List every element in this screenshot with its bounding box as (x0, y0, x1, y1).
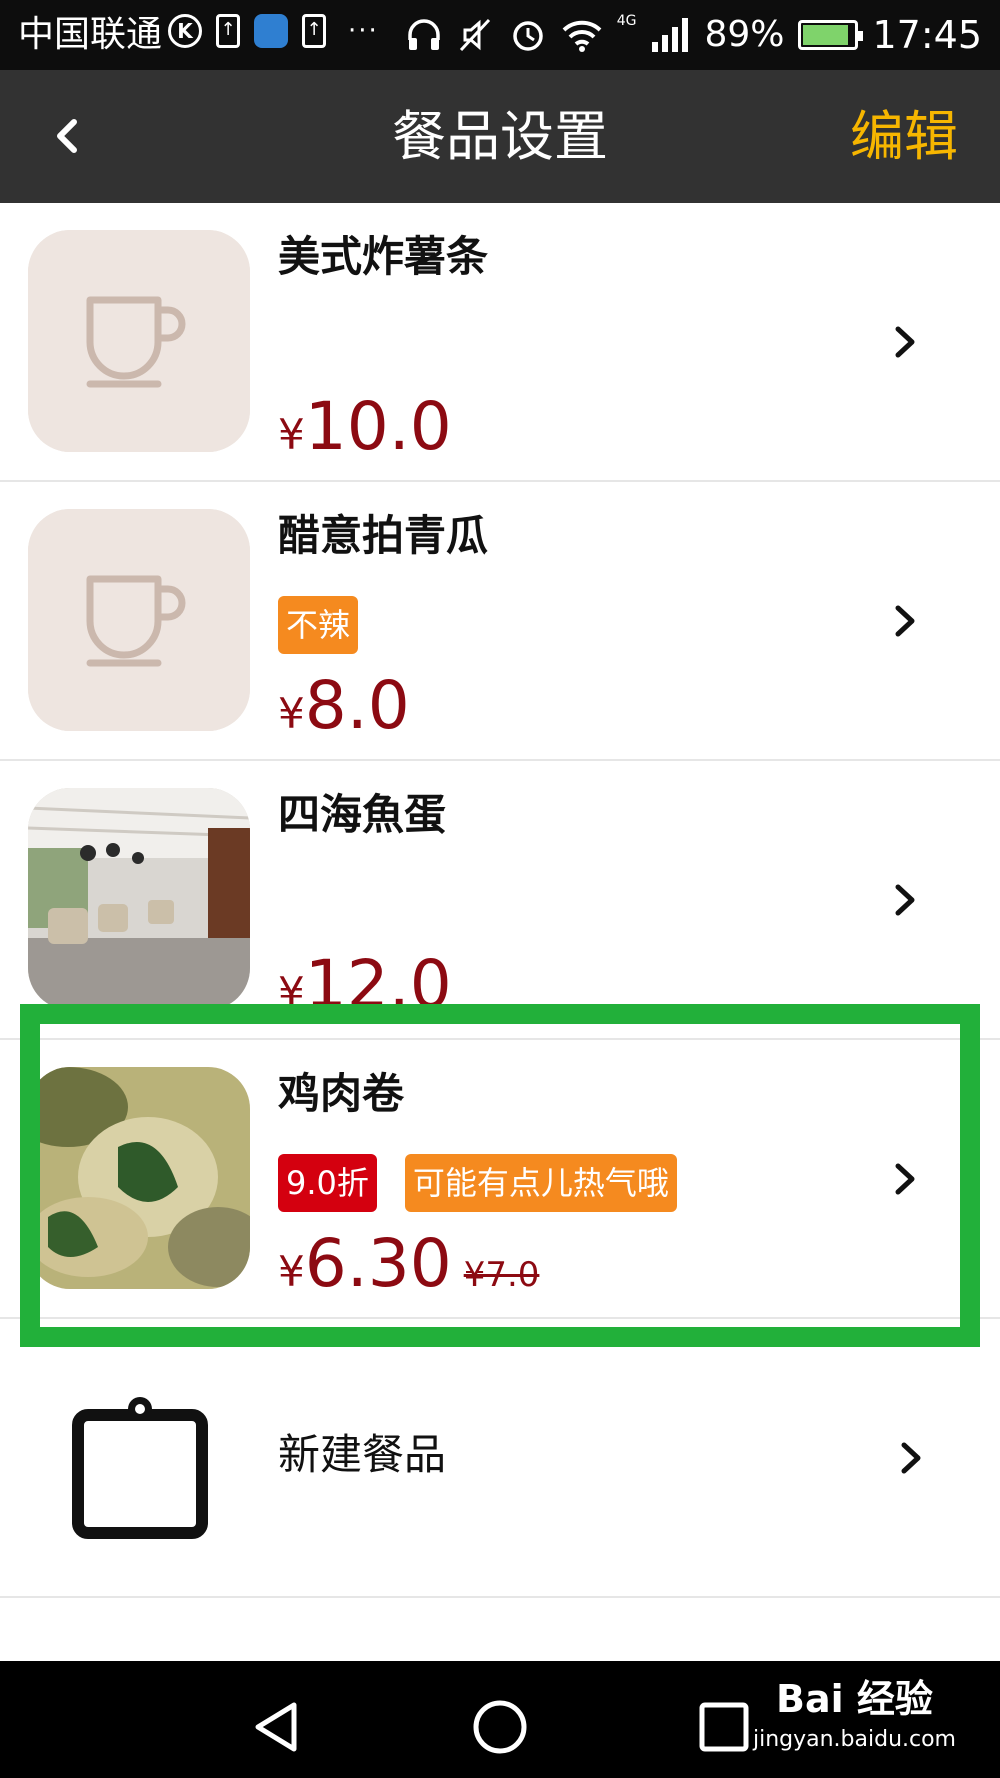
food-photo (28, 1067, 250, 1289)
clipboard-icon (72, 1397, 208, 1539)
title-bar: 餐品设置 编辑 (0, 70, 1000, 203)
wifi-icon (562, 20, 602, 52)
spice-tag: 不辣 (278, 596, 359, 654)
item-price: ¥6.30 ¥7.0 (278, 1224, 539, 1321)
note-tag: 可能有点儿热气哦 (404, 1154, 677, 1212)
new-item-row[interactable]: 新建餐品 (0, 1319, 1000, 1598)
signal-icon (652, 18, 689, 52)
watermark-sub: jingyan.baidu.com (752, 1727, 956, 1752)
back-triangle-icon[interactable] (248, 1697, 308, 1757)
menu-item-list: 美式炸薯条 ¥10.0 醋意拍青瓜 不辣 ¥8.0 四海魚蛋 ¥12.0 鸡肉卷… (0, 203, 1000, 1598)
cup-placeholder-icon (28, 230, 250, 452)
list-item[interactable]: 鸡肉卷 9.0折 可能有点儿热气哦 ¥6.30 ¥7.0 (0, 1040, 1000, 1319)
item-price: ¥10.0 (278, 387, 452, 484)
new-item-label: 新建餐品 (278, 1430, 447, 1479)
cup-placeholder-icon (28, 509, 250, 731)
item-name: 鸡肉卷 (278, 1069, 405, 1118)
upload-icon: ↑ (216, 14, 240, 48)
chevron-right-icon (895, 605, 915, 637)
carrier-label: 中国联通 (18, 14, 163, 55)
price-value: 6.30 (304, 1225, 452, 1302)
k-circle-icon: K (168, 14, 202, 48)
tag-group: 不辣 (278, 596, 359, 654)
price-value: 10.0 (304, 388, 452, 465)
battery-icon (798, 20, 864, 50)
network-type-label: 4G (616, 13, 637, 29)
currency-symbol: ¥ (278, 1247, 305, 1296)
watermark: Bai 经验 jingyan.baidu.com (753, 1673, 956, 1755)
price-value: 12.0 (304, 946, 452, 1023)
status-icons-left: K ↑ ↑ ··· (168, 14, 379, 48)
edit-button[interactable]: 编辑 (850, 102, 958, 172)
item-price: ¥8.0 (278, 666, 410, 763)
tag-group: 9.0折 可能有点儿热气哦 (278, 1154, 677, 1212)
discount-tag: 9.0折 (278, 1154, 377, 1212)
status-bar: 中国联通 K ↑ ↑ ··· 4G 89% 17:45 (0, 0, 1000, 70)
mute-icon (459, 18, 490, 52)
list-item[interactable]: 四海魚蛋 ¥12.0 (0, 761, 1000, 1040)
currency-symbol: ¥ (278, 968, 305, 1017)
item-name: 四海魚蛋 (278, 790, 447, 839)
home-circle-icon[interactable] (470, 1697, 530, 1757)
currency-symbol: ¥ (278, 410, 305, 459)
currency-symbol: ¥ (278, 689, 305, 738)
chevron-right-icon (895, 884, 915, 916)
chevron-right-icon (895, 326, 915, 358)
watermark-main: Bai 经验 (776, 1677, 933, 1721)
alarm-icon (512, 21, 543, 51)
more-dots-icon: ··· (348, 16, 379, 46)
list-item[interactable]: 美式炸薯条 ¥10.0 (0, 203, 1000, 482)
upload-icon: ↑ (302, 14, 326, 48)
item-name: 醋意拍青瓜 (278, 511, 489, 560)
list-item[interactable]: 醋意拍青瓜 不辣 ¥8.0 (0, 482, 1000, 761)
restaurant-photo (28, 788, 250, 1010)
chevron-right-icon (895, 1163, 915, 1195)
app-icon (254, 14, 288, 48)
clock: 17:45 (872, 13, 982, 57)
item-name: 美式炸薯条 (278, 232, 489, 281)
status-icons-right: 4G 89% 17:45 (405, 8, 982, 62)
battery-percent: 89% (704, 14, 785, 55)
chevron-right-icon (901, 1442, 921, 1474)
price-value: 8.0 (304, 667, 410, 744)
headphones-icon (407, 19, 440, 50)
recents-square-icon[interactable] (694, 1697, 754, 1757)
original-price: ¥7.0 (463, 1255, 540, 1295)
navigation-bar: Bai 经验 jingyan.baidu.com (0, 1661, 1000, 1778)
item-price: ¥12.0 (278, 945, 452, 1038)
